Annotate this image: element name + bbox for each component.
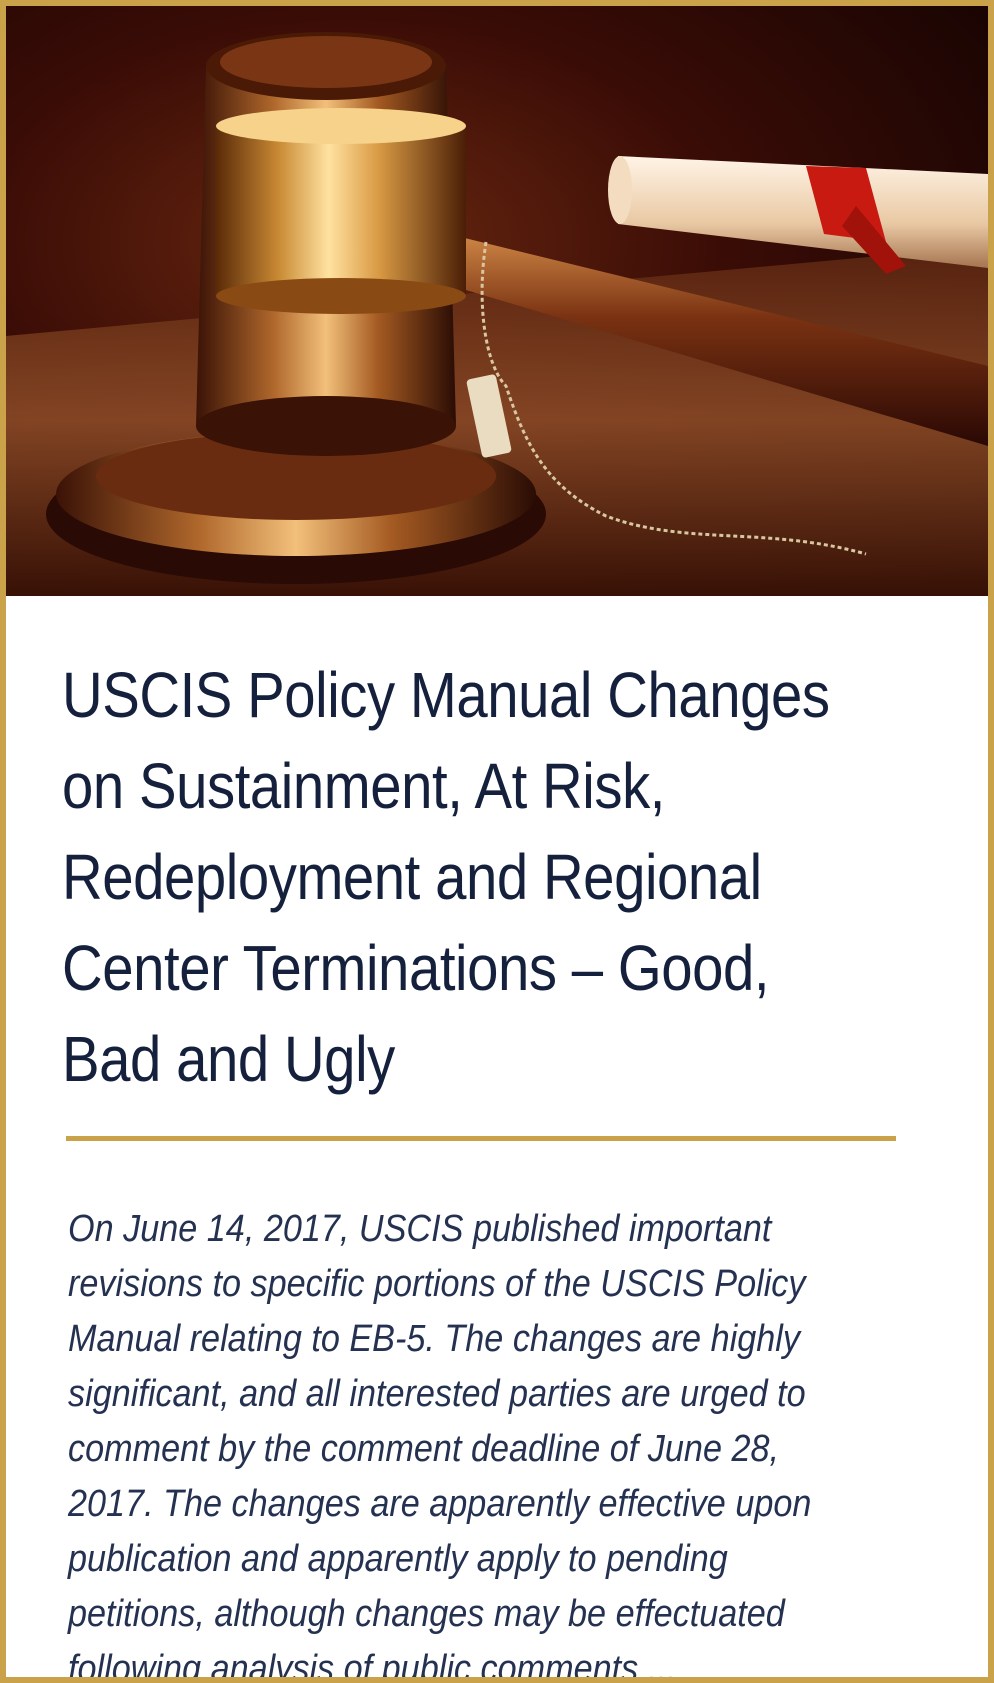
article-card[interactable]: USCIS Policy Manual Changes on Sustainme… (0, 0, 994, 1683)
article-title[interactable]: USCIS Policy Manual Changes on Sustainme… (62, 650, 836, 1105)
article-excerpt: On June 14, 2017, USCIS published import… (68, 1208, 812, 1683)
gavel-image-icon (6, 6, 988, 596)
title-divider (66, 1136, 896, 1141)
article-hero-image[interactable] (6, 6, 988, 596)
article-body: USCIS Policy Manual Changes on Sustainme… (6, 596, 988, 1683)
